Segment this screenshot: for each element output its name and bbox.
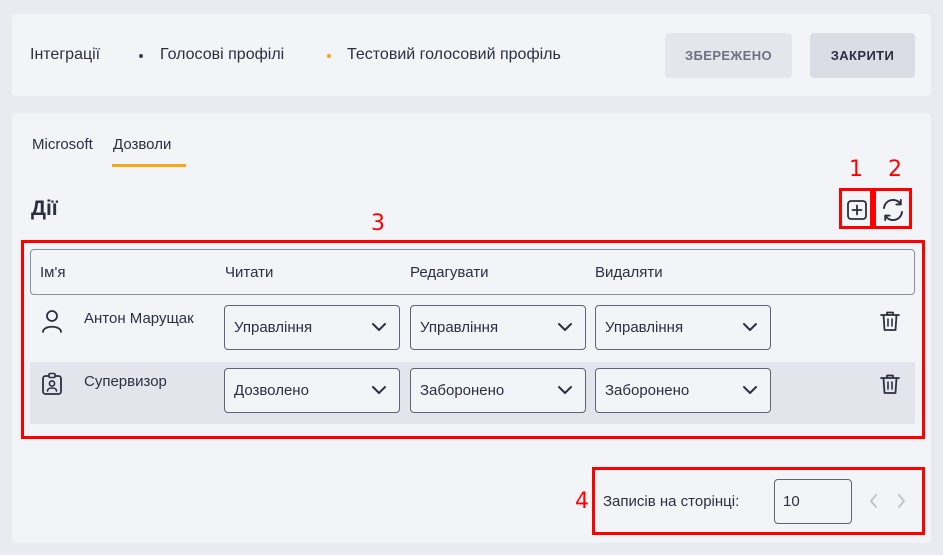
annotation-box-add [839,188,873,229]
annotation-label-3: 3 [371,211,385,236]
annotation-box-refresh [873,188,912,229]
breadcrumb-separator [139,54,143,58]
saved-button[interactable]: ЗБЕРЕЖЕНО [665,33,792,78]
annotation-box-pagination [592,467,925,535]
annotation-label-1: 1 [849,157,863,182]
tab-microsoft[interactable]: Microsoft [32,136,93,153]
breadcrumb-item-current: Тестовий голосовий профіль [347,46,561,63]
tab-permissions[interactable]: Дозволи [113,136,171,153]
breadcrumb-item-voice-profiles[interactable]: Голосові профілі [160,46,284,64]
close-button[interactable]: ЗАКРИТИ [810,33,915,78]
header-bar: Інтеграції Голосові профілі Тестовий гол… [12,14,931,96]
annotation-label-2: 2 [888,157,902,182]
section-title: Дії [31,197,58,220]
active-tab-indicator [112,164,186,167]
annotation-label-4: 4 [575,489,589,514]
annotation-box-table [21,240,925,439]
breadcrumb-separator-active [327,54,331,58]
breadcrumb-item-integrations[interactable]: Інтеграції [30,46,100,64]
